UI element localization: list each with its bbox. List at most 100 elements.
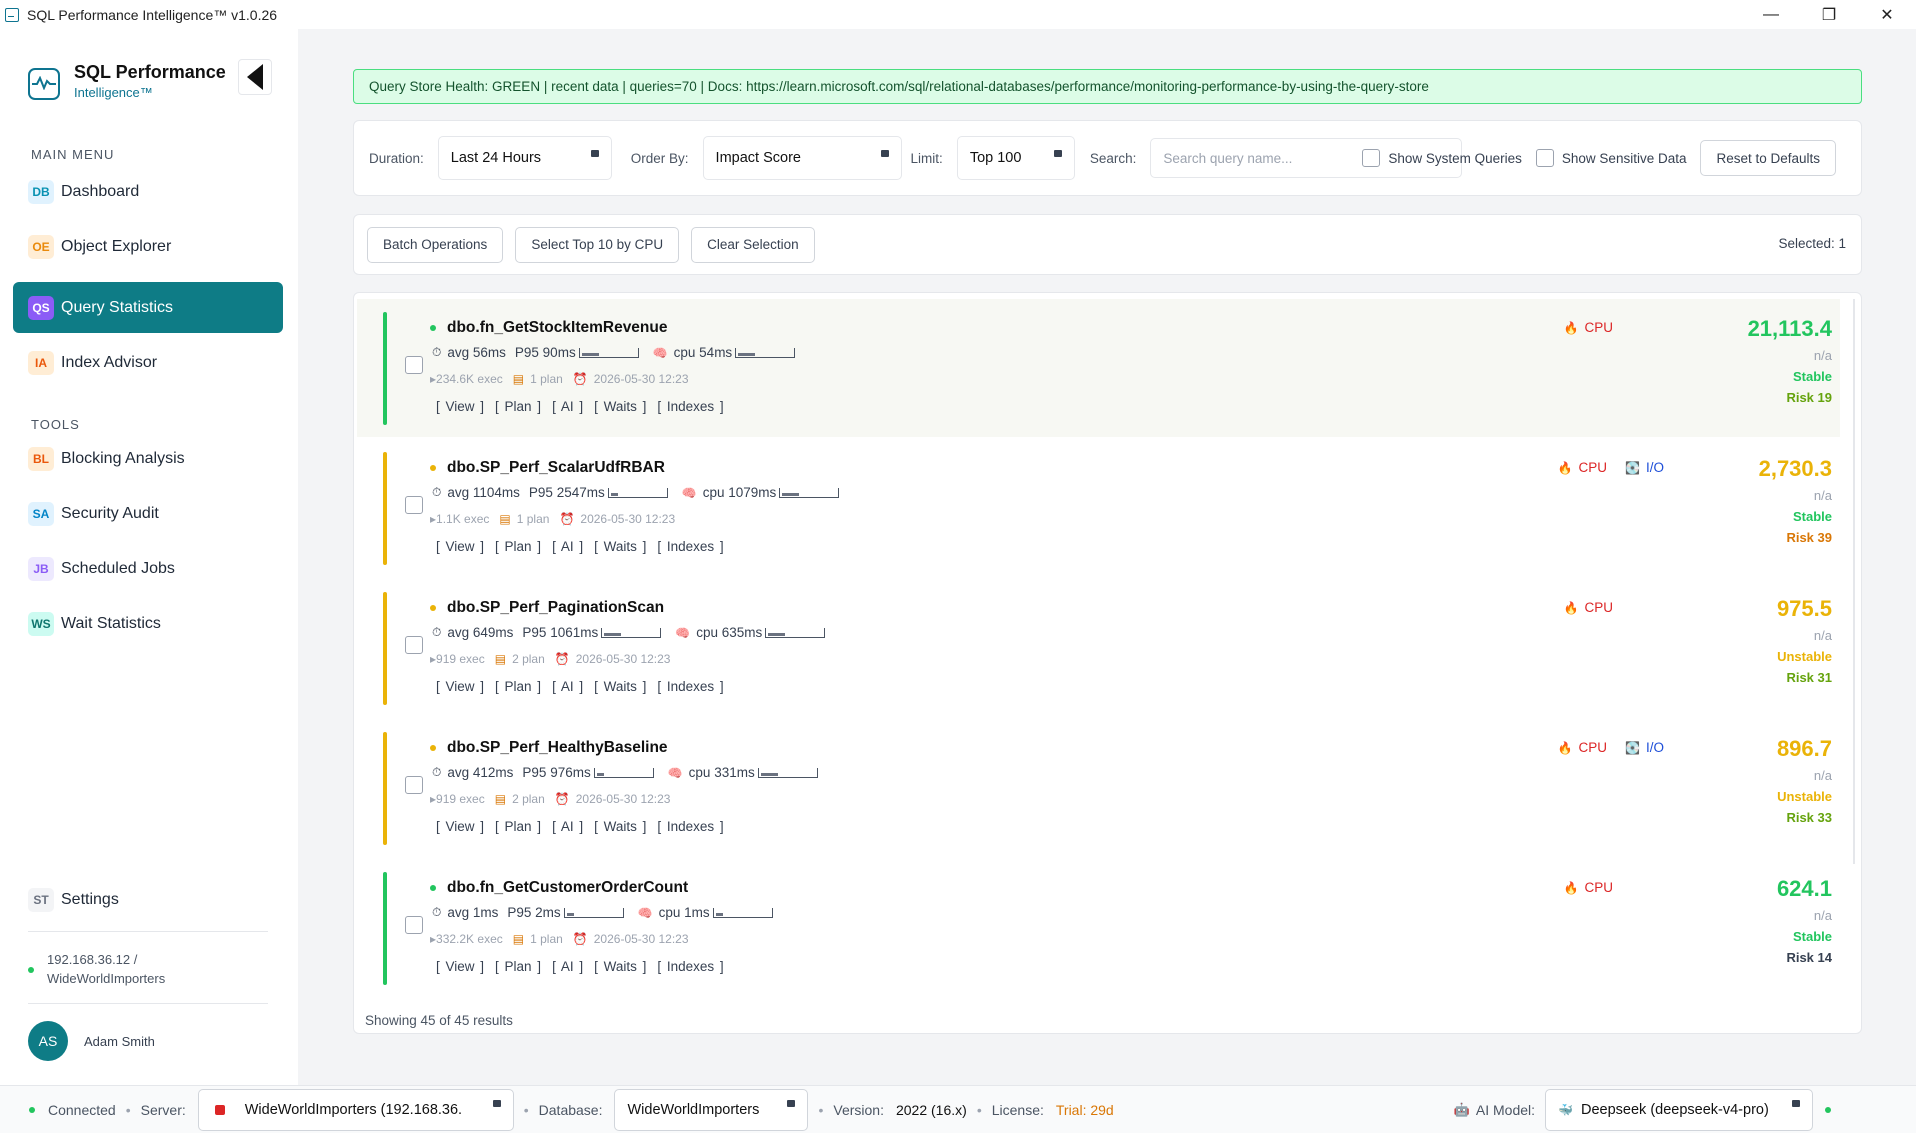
query-row[interactable]: dbo.SP_Perf_PaginationScan ⏱ avg 649ms P95 … bbox=[357, 579, 1840, 717]
p95-bar bbox=[563, 907, 624, 918]
limit-select[interactable]: Top 100 bbox=[956, 136, 1075, 180]
waits-link[interactable]: [ Waits ] bbox=[594, 959, 646, 974]
sidebar-item-wait-statistics[interactable]: WS Wait Statistics bbox=[13, 598, 283, 649]
minimize-button[interactable]: — bbox=[1742, 0, 1800, 29]
ai-model-label: AI Model: bbox=[1475, 1101, 1536, 1118]
query-row[interactable]: dbo.SP_Perf_ScalarUdfRBAR ⏱ avg 1104ms P95 … bbox=[357, 439, 1840, 577]
row-checkbox[interactable] bbox=[405, 916, 423, 934]
status-dot bbox=[430, 465, 436, 471]
cpu-time: cpu 1079ms bbox=[702, 485, 777, 500]
database-select[interactable]: WideWorldImporters bbox=[614, 1088, 809, 1131]
show-system-queries-checkbox[interactable] bbox=[1362, 149, 1381, 167]
query-row[interactable]: dbo.SP_Perf_HealthyBaseline ⏱ avg 412ms P95… bbox=[357, 719, 1840, 857]
duration-select[interactable]: Last 24 Hours bbox=[437, 136, 612, 180]
scrollbar[interactable] bbox=[1853, 299, 1855, 864]
view-link[interactable]: [ View ] bbox=[436, 399, 484, 414]
query-name[interactable]: dbo.fn_GetCustomerOrderCount bbox=[447, 879, 688, 897]
stability-label: Stable bbox=[1792, 509, 1832, 524]
query-store-health-banner: Query Store Health: GREEN | recent data … bbox=[353, 69, 1862, 104]
plan-link[interactable]: [ Plan ] bbox=[495, 679, 541, 694]
plan-count: 2 plan bbox=[512, 792, 545, 806]
status-dot bbox=[430, 745, 436, 751]
ai-link[interactable]: [ AI ] bbox=[552, 399, 583, 414]
sidebar-item-object-explorer[interactable]: OE Object Explorer bbox=[13, 221, 283, 272]
row-tags: 🔥 CPU 💽 I/O bbox=[1558, 460, 1664, 475]
row-checkbox[interactable] bbox=[405, 776, 423, 794]
sidebar-item-query-statistics[interactable]: QS Query Statistics bbox=[13, 282, 283, 333]
row-actions: [ View ] [ Plan ] [ AI ] [ Waits ] [ Indexes… bbox=[436, 679, 735, 694]
maximize-button[interactable]: ❐ bbox=[1800, 0, 1858, 29]
user-profile[interactable]: AS Adam Smith bbox=[28, 1021, 155, 1061]
reset-defaults-button[interactable]: Reset to Defaults bbox=[1700, 140, 1837, 176]
tag-cpu: 🔥 CPU bbox=[1564, 880, 1613, 895]
query-name[interactable]: dbo.SP_Perf_HealthyBaseline bbox=[447, 739, 668, 757]
tag-cpu: 🔥 CPU bbox=[1558, 740, 1607, 755]
trend-value: n/a bbox=[1813, 628, 1832, 643]
ai-link[interactable]: [ AI ] bbox=[552, 539, 583, 554]
ai-link[interactable]: [ AI ] bbox=[552, 959, 583, 974]
ai-status-icon bbox=[1825, 1106, 1832, 1113]
row-checkbox[interactable] bbox=[405, 636, 423, 654]
server-select[interactable]: WideWorldImporters (192.168.36. bbox=[197, 1088, 514, 1131]
show-sensitive-data-label: Show Sensitive Data bbox=[1561, 150, 1687, 166]
order-by-select[interactable]: Impact Score bbox=[702, 136, 902, 180]
sidebar-item-scheduled-jobs[interactable]: JB Scheduled Jobs bbox=[13, 543, 283, 594]
ai-model-select[interactable]: 🐳 Deepseek (deepseek-v4-pro) bbox=[1545, 1088, 1814, 1131]
plan-link[interactable]: [ Plan ] bbox=[495, 539, 541, 554]
server-label: Server: bbox=[140, 1101, 186, 1118]
row-actions: [ View ] [ Plan ] [ AI ] [ Waits ] [ Indexes… bbox=[436, 819, 735, 834]
view-link[interactable]: [ View ] bbox=[436, 539, 484, 554]
waits-link[interactable]: [ Waits ] bbox=[594, 539, 646, 554]
view-link[interactable]: [ View ] bbox=[436, 959, 484, 974]
collapse-sidebar-button[interactable] bbox=[238, 59, 272, 95]
cpu-bar bbox=[712, 907, 773, 918]
stability-label: Stable bbox=[1792, 929, 1832, 944]
show-system-queries-toggle[interactable]: Show System Queries bbox=[1362, 149, 1522, 167]
show-sensitive-data-toggle[interactable]: Show Sensitive Data bbox=[1535, 149, 1687, 167]
waits-link[interactable]: [ Waits ] bbox=[594, 819, 646, 834]
view-link[interactable]: [ View ] bbox=[436, 679, 484, 694]
view-link[interactable]: [ View ] bbox=[436, 819, 484, 834]
query-name[interactable]: dbo.SP_Perf_PaginationScan bbox=[447, 599, 664, 617]
ai-link[interactable]: [ AI ] bbox=[552, 819, 583, 834]
query-name[interactable]: dbo.fn_GetStockItemRevenue bbox=[447, 319, 668, 337]
indexes-link[interactable]: [ Indexes ] bbox=[657, 819, 723, 834]
plan-link[interactable]: [ Plan ] bbox=[495, 399, 541, 414]
chevron-left-icon bbox=[247, 64, 263, 90]
alarm-clock-icon: ⏰ bbox=[554, 652, 570, 666]
waits-link[interactable]: [ Waits ] bbox=[594, 399, 646, 414]
indexes-link[interactable]: [ Indexes ] bbox=[657, 959, 723, 974]
clear-selection-button[interactable]: Clear Selection bbox=[691, 226, 815, 263]
close-button[interactable]: ✕ bbox=[1858, 0, 1916, 29]
indexes-link[interactable]: [ Indexes ] bbox=[657, 399, 723, 414]
sidebar-item-dashboard[interactable]: DB Dashboard bbox=[13, 166, 283, 217]
select-top-cpu-button[interactable]: Select Top 10 by CPU bbox=[515, 226, 680, 263]
database-value: WideWorldImporters bbox=[627, 1101, 760, 1118]
indexes-link[interactable]: [ Indexes ] bbox=[657, 679, 723, 694]
alarm-clock-icon: ⏰ bbox=[572, 372, 588, 386]
show-sensitive-data-checkbox[interactable] bbox=[1535, 149, 1554, 167]
flame-icon: 🔥 bbox=[1563, 321, 1579, 335]
waits-link[interactable]: [ Waits ] bbox=[594, 679, 646, 694]
plan-link[interactable]: [ Plan ] bbox=[495, 959, 541, 974]
query-row[interactable]: dbo.fn_GetCustomerOrderCount ⏱ avg 1ms P95 … bbox=[357, 859, 1840, 997]
plan-link[interactable]: [ Plan ] bbox=[495, 819, 541, 834]
query-name[interactable]: dbo.SP_Perf_ScalarUdfRBAR bbox=[447, 459, 665, 477]
sidebar-item-blocking-analysis[interactable]: BL Blocking Analysis bbox=[13, 433, 283, 484]
indexes-link[interactable]: [ Indexes ] bbox=[657, 539, 723, 554]
plan-count: 1 plan bbox=[530, 932, 563, 946]
sidebar-item-index-advisor[interactable]: IA Index Advisor bbox=[13, 337, 283, 388]
tag-label: CPU bbox=[1578, 740, 1608, 755]
sidebar-item-security-audit[interactable]: SA Security Audit bbox=[13, 488, 283, 539]
query-row[interactable]: dbo.fn_GetStockItemRevenue ⏱ avg 56ms P95 9… bbox=[357, 299, 1840, 437]
connection-info: 192.168.36.12 / WideWorldImporters bbox=[28, 950, 165, 988]
blocking-analysis-icon: BL bbox=[28, 446, 54, 471]
ai-link[interactable]: [ AI ] bbox=[552, 679, 583, 694]
main-menu-label: MAIN MENU bbox=[31, 147, 115, 162]
dropdown-icon bbox=[1792, 1099, 1801, 1107]
row-checkbox[interactable] bbox=[405, 496, 423, 514]
batch-operations-button[interactable]: Batch Operations bbox=[367, 226, 504, 263]
row-checkbox[interactable] bbox=[405, 356, 423, 374]
sidebar-item-settings[interactable]: ST Settings bbox=[13, 874, 283, 925]
plan-icon: ▤ bbox=[512, 372, 525, 386]
